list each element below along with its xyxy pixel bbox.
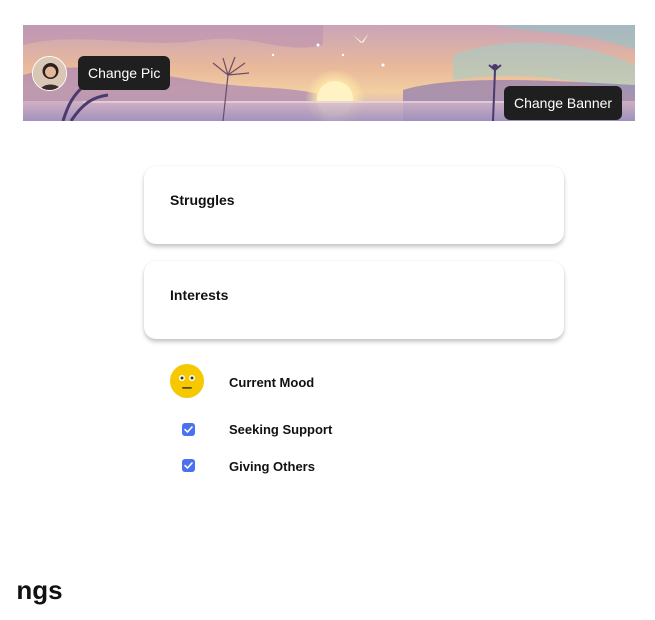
giving-others-label: Giving Others [229,459,315,474]
seeking-support-checkbox[interactable] [182,423,195,436]
change-banner-button[interactable]: Change Banner [504,86,623,120]
interests-label: Interests [170,287,229,303]
struggles-label: Struggles [170,192,235,208]
seeking-support-label: Seeking Support [229,422,333,437]
giving-others-checkbox[interactable] [182,459,195,472]
checkmark-icon [184,462,193,469]
user-avatar[interactable] [32,56,67,91]
neutral-face-icon[interactable] [169,363,205,399]
interests-card[interactable]: Interests [144,261,564,339]
struggles-card[interactable]: Struggles [144,166,564,244]
checkmark-icon [184,426,193,433]
settings-heading: Settings [16,575,63,605]
current-mood-label: Current Mood [229,375,315,390]
change-pic-button[interactable]: Change Pic [78,56,171,90]
